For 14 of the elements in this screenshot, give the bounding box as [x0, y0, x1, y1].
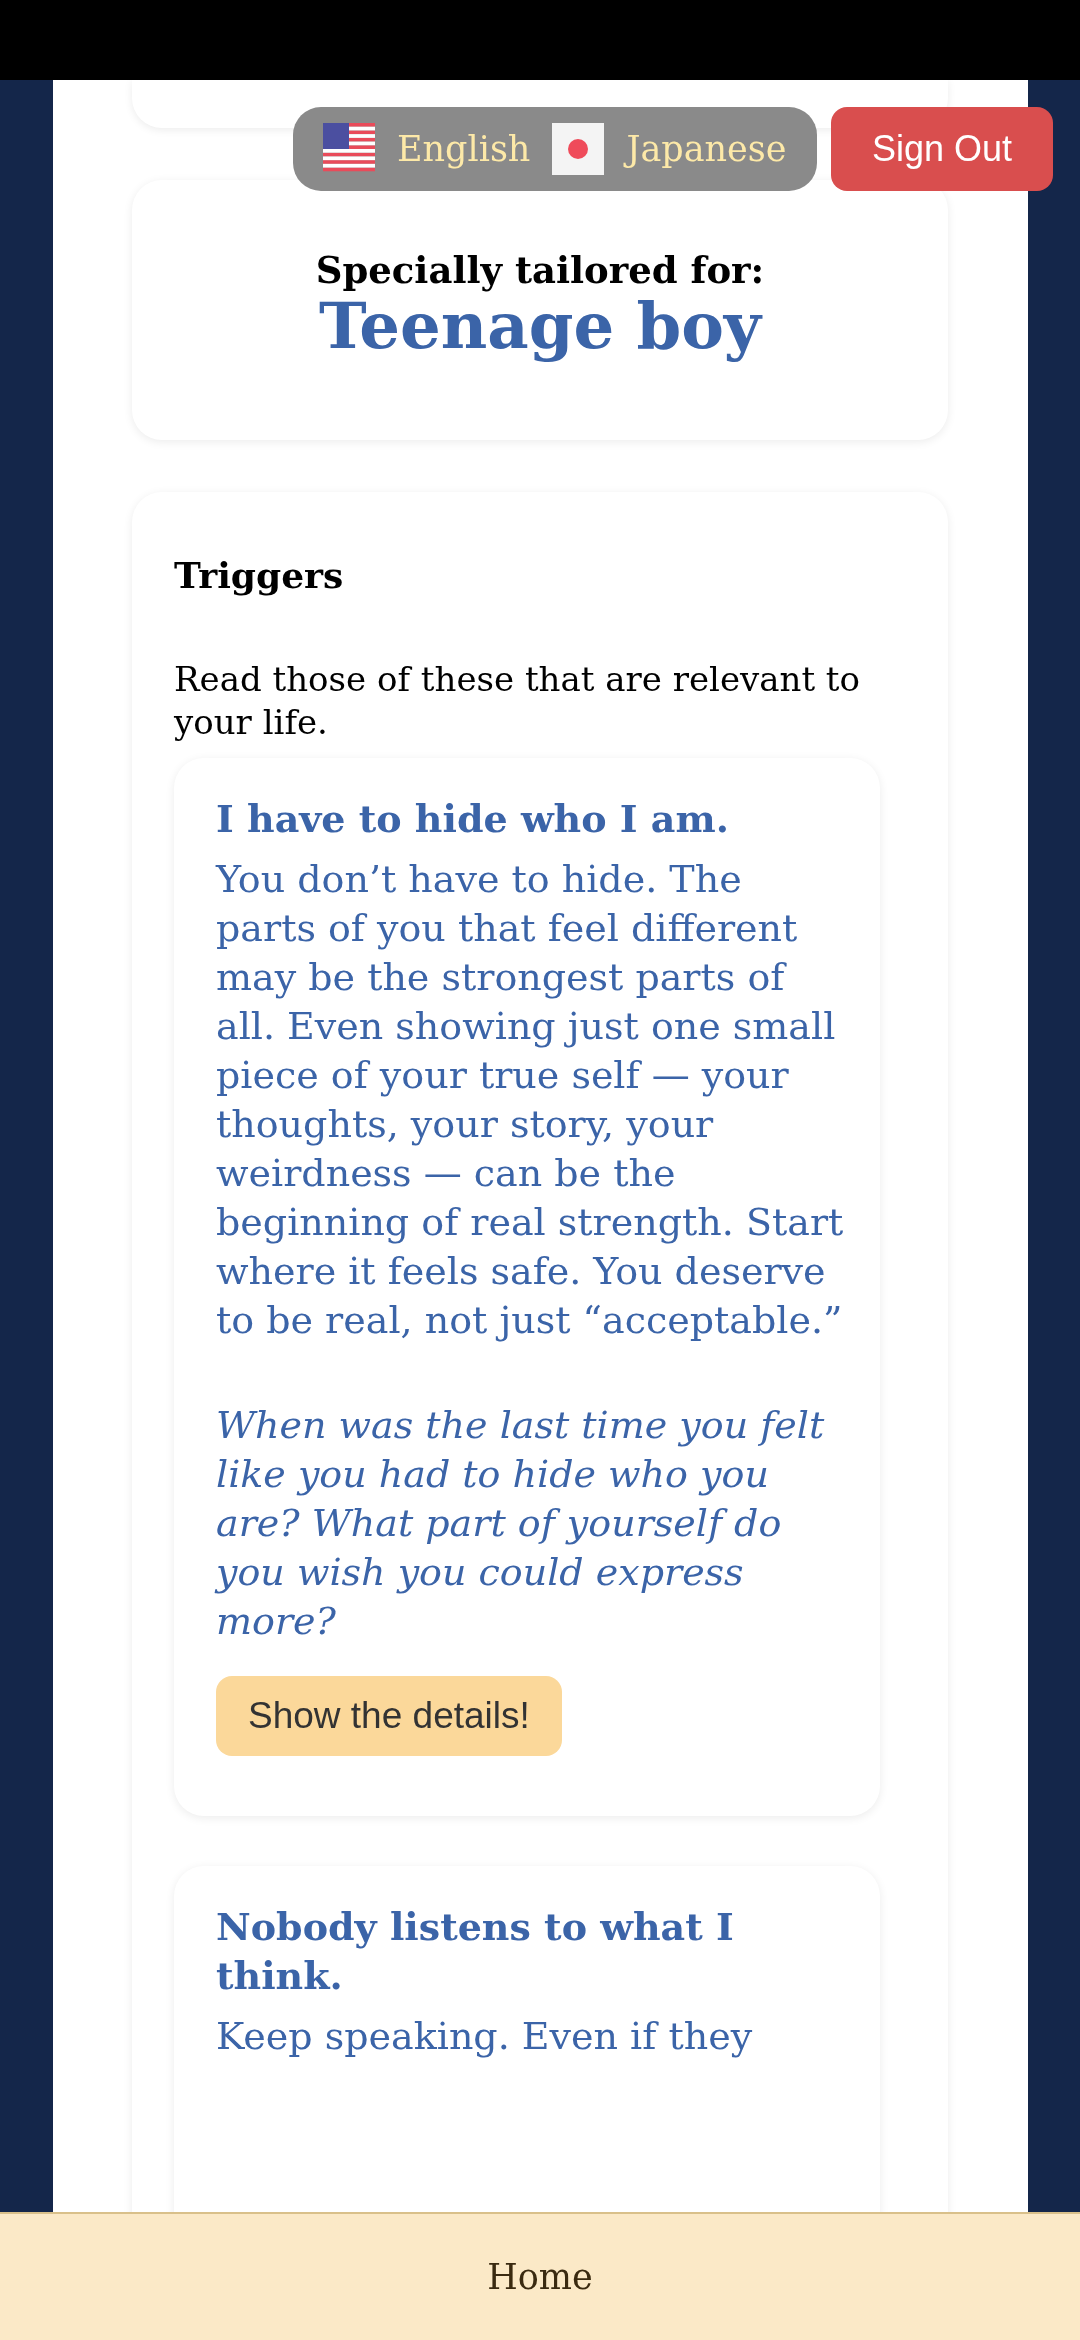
- audience-heading: Specially tailored for:: [315, 248, 765, 292]
- trigger-title: I have to hide who I am.: [216, 795, 730, 843]
- audience-value: Teenage boy: [318, 292, 762, 360]
- japan-flag-icon: [552, 123, 605, 175]
- language-option[interactable]: English: [397, 129, 531, 169]
- trigger-title: Nobody listens to what I think.: [216, 1903, 735, 2000]
- section-title: Triggers: [174, 554, 345, 596]
- intro-text: Read those of these that are relevant to your life.: [174, 658, 861, 744]
- sign-out-button[interactable]: Sign Out: [831, 107, 1053, 191]
- trigger-text: You don’t have to hide. The parts of you that feel different may be the strongest parts of all. Even showing just one small piece of your true self — your thoughts, your story, your weirdness — can be the beginning of real strength. Start where it feels safe. You deserve to be real, not just “acceptable.”: [216, 856, 845, 1344]
- home-link[interactable]: Home: [487, 2257, 593, 2297]
- show-details-button[interactable]: Show the details!: [216, 1676, 562, 1756]
- trigger-text: Keep speaking. Even if they: [216, 2013, 754, 2060]
- reflection-question: When was the last time you felt like you had to hide who you are? What part of yourself do you wish you could express more?: [216, 1402, 826, 1645]
